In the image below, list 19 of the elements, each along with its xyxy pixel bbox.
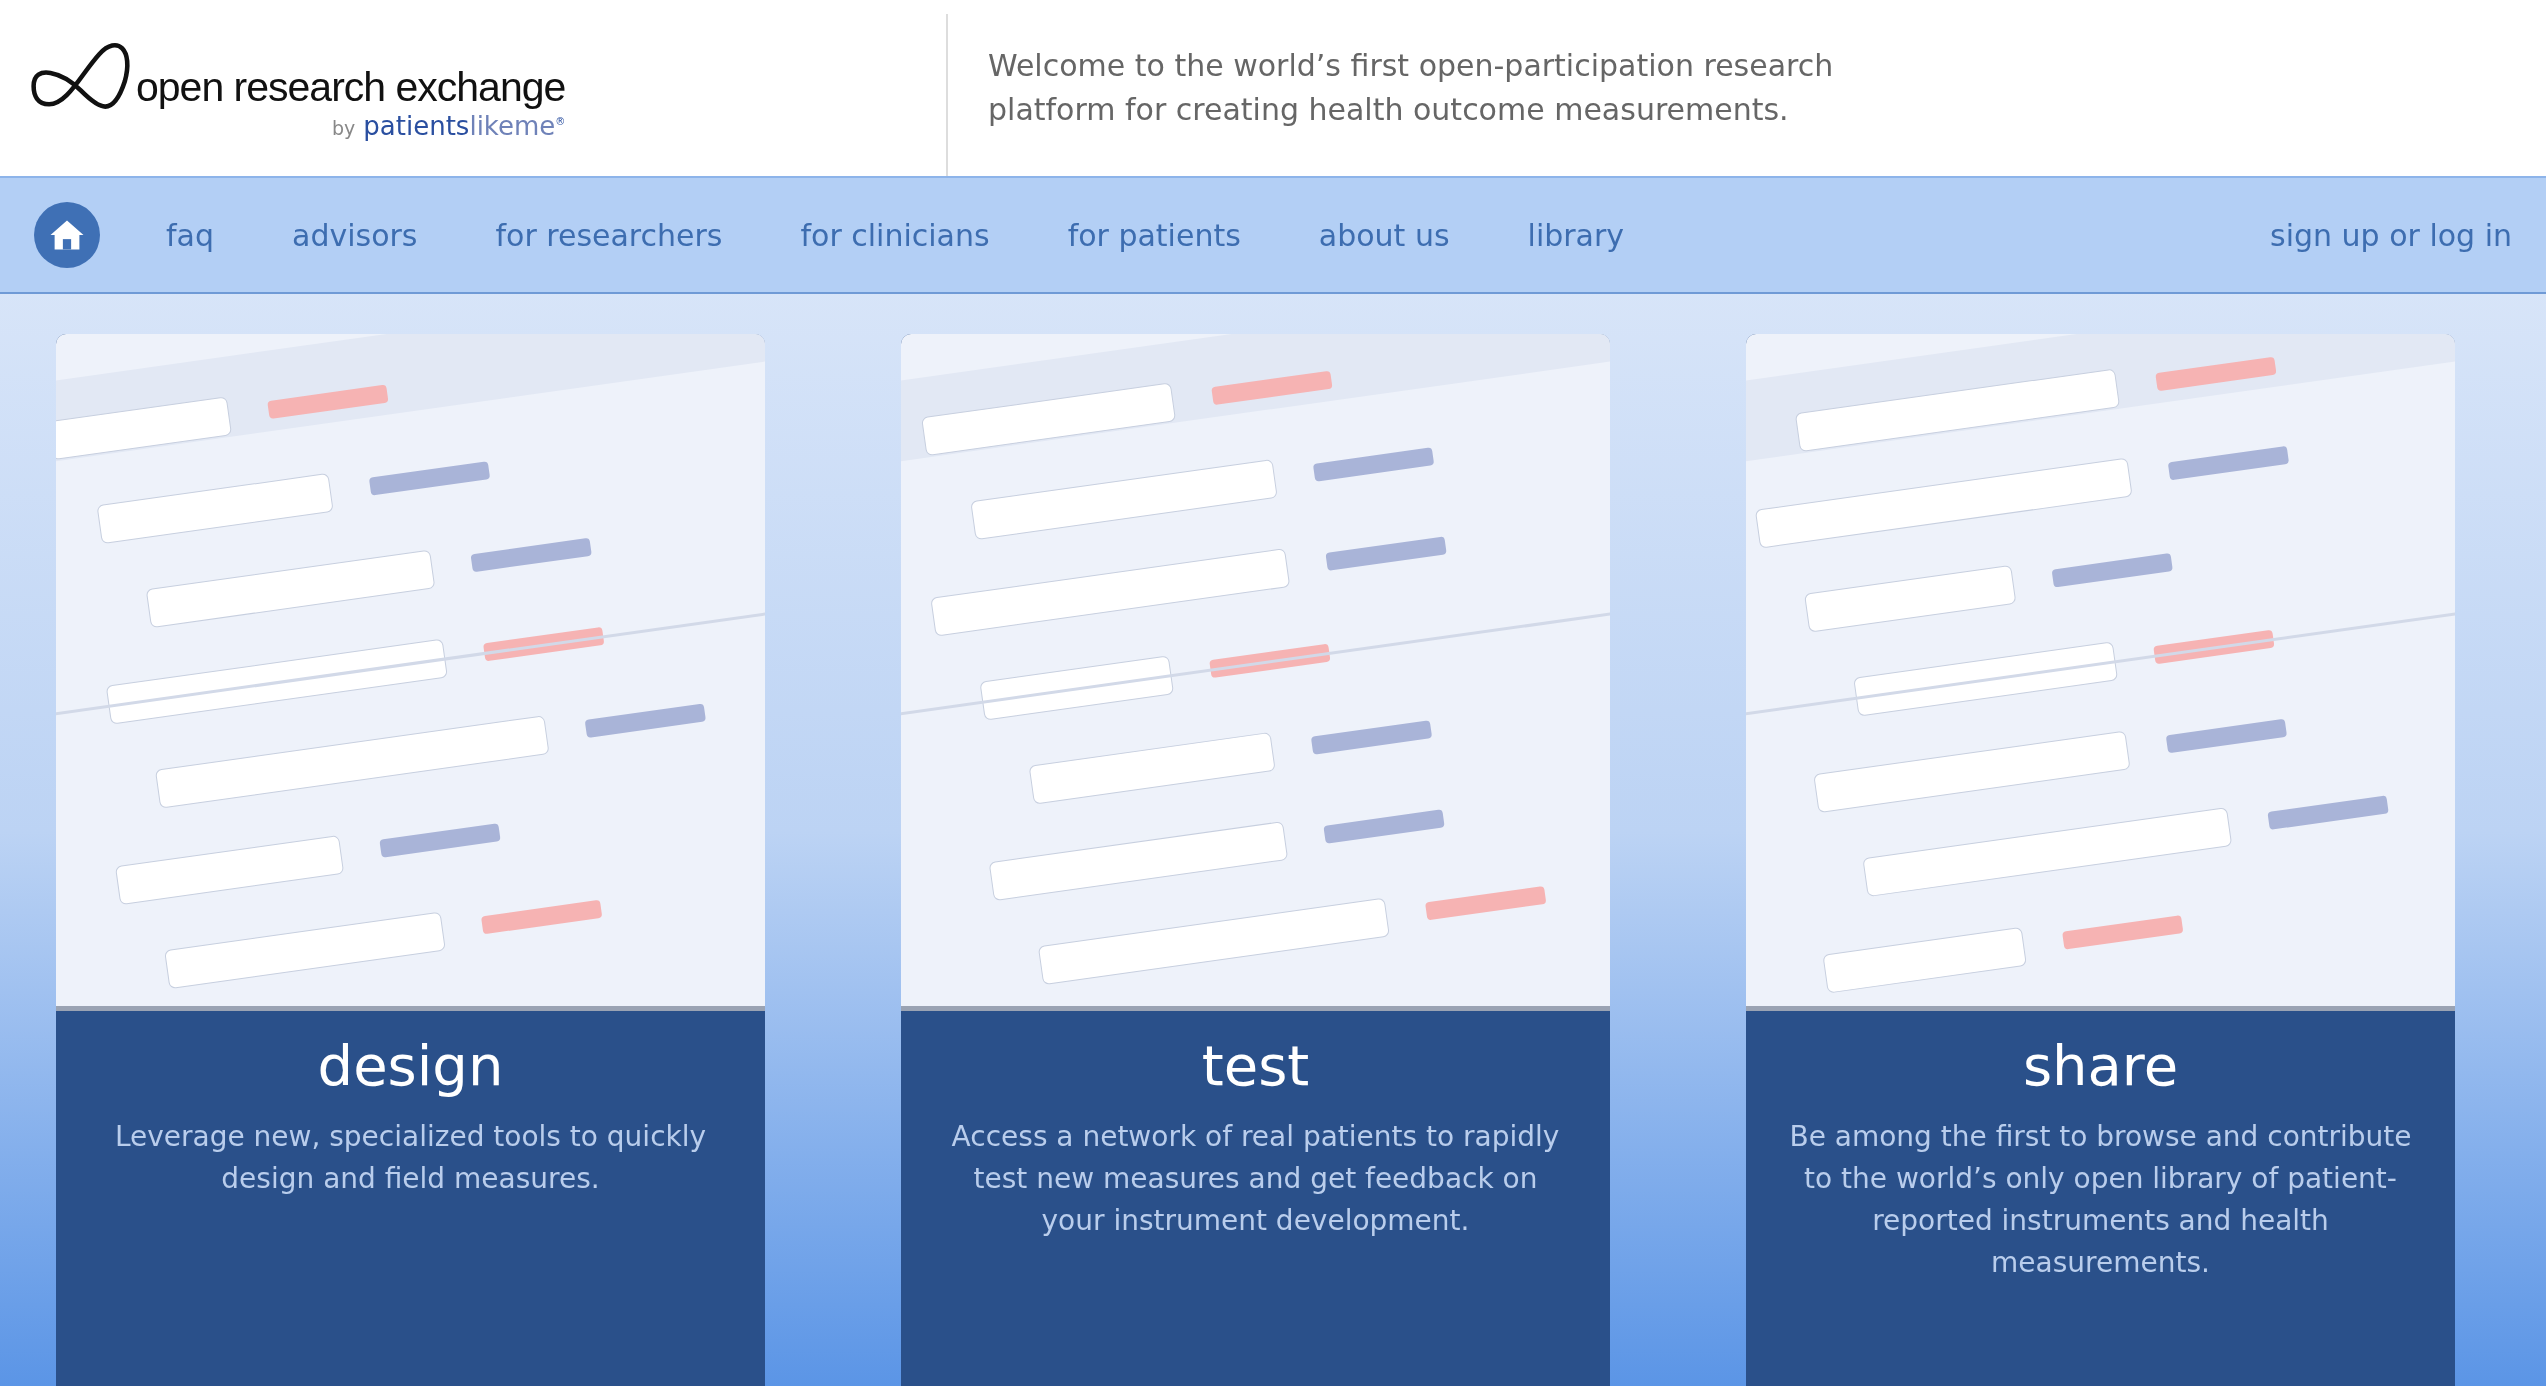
card-description: Access a network of real patients to rapidly test new measures and get feedback on your instrument development. bbox=[950, 1119, 1561, 1239]
logo-brand: patientslikeme$^{®}$ bbox=[363, 110, 566, 141]
card-title: share bbox=[2021, 1033, 2180, 1098]
nav-link[interactable]: library bbox=[1527, 217, 1625, 253]
sign-in-link[interactable]: sign up or log in bbox=[2270, 217, 2512, 253]
tagline: Welcome to the world’s first open-participation research platform for creating health outcome measurements. bbox=[988, 47, 1835, 129]
card-title: design bbox=[316, 1033, 505, 1098]
card-description: Be among the first to browse and contribute to the world’s only open library of patient-reported instruments and health measurements. bbox=[1788, 1119, 2413, 1281]
card-description: Leverage new, specialized tools to quickly design and field measures. bbox=[113, 1119, 708, 1197]
nav-link[interactable]: advisors bbox=[292, 217, 418, 253]
nav-link[interactable]: faq bbox=[166, 217, 214, 253]
logo-title: open research exchange bbox=[136, 63, 566, 111]
nav-link[interactable]: for patients bbox=[1067, 217, 1241, 253]
home-icon[interactable] bbox=[34, 202, 100, 268]
nav-link[interactable]: about us bbox=[1318, 217, 1450, 253]
card-title: test bbox=[1200, 1033, 1311, 1098]
logo-by: by bbox=[332, 116, 356, 139]
nav-link[interactable]: for researchers bbox=[495, 217, 723, 253]
nav-link[interactable]: for clinicians bbox=[800, 217, 990, 253]
